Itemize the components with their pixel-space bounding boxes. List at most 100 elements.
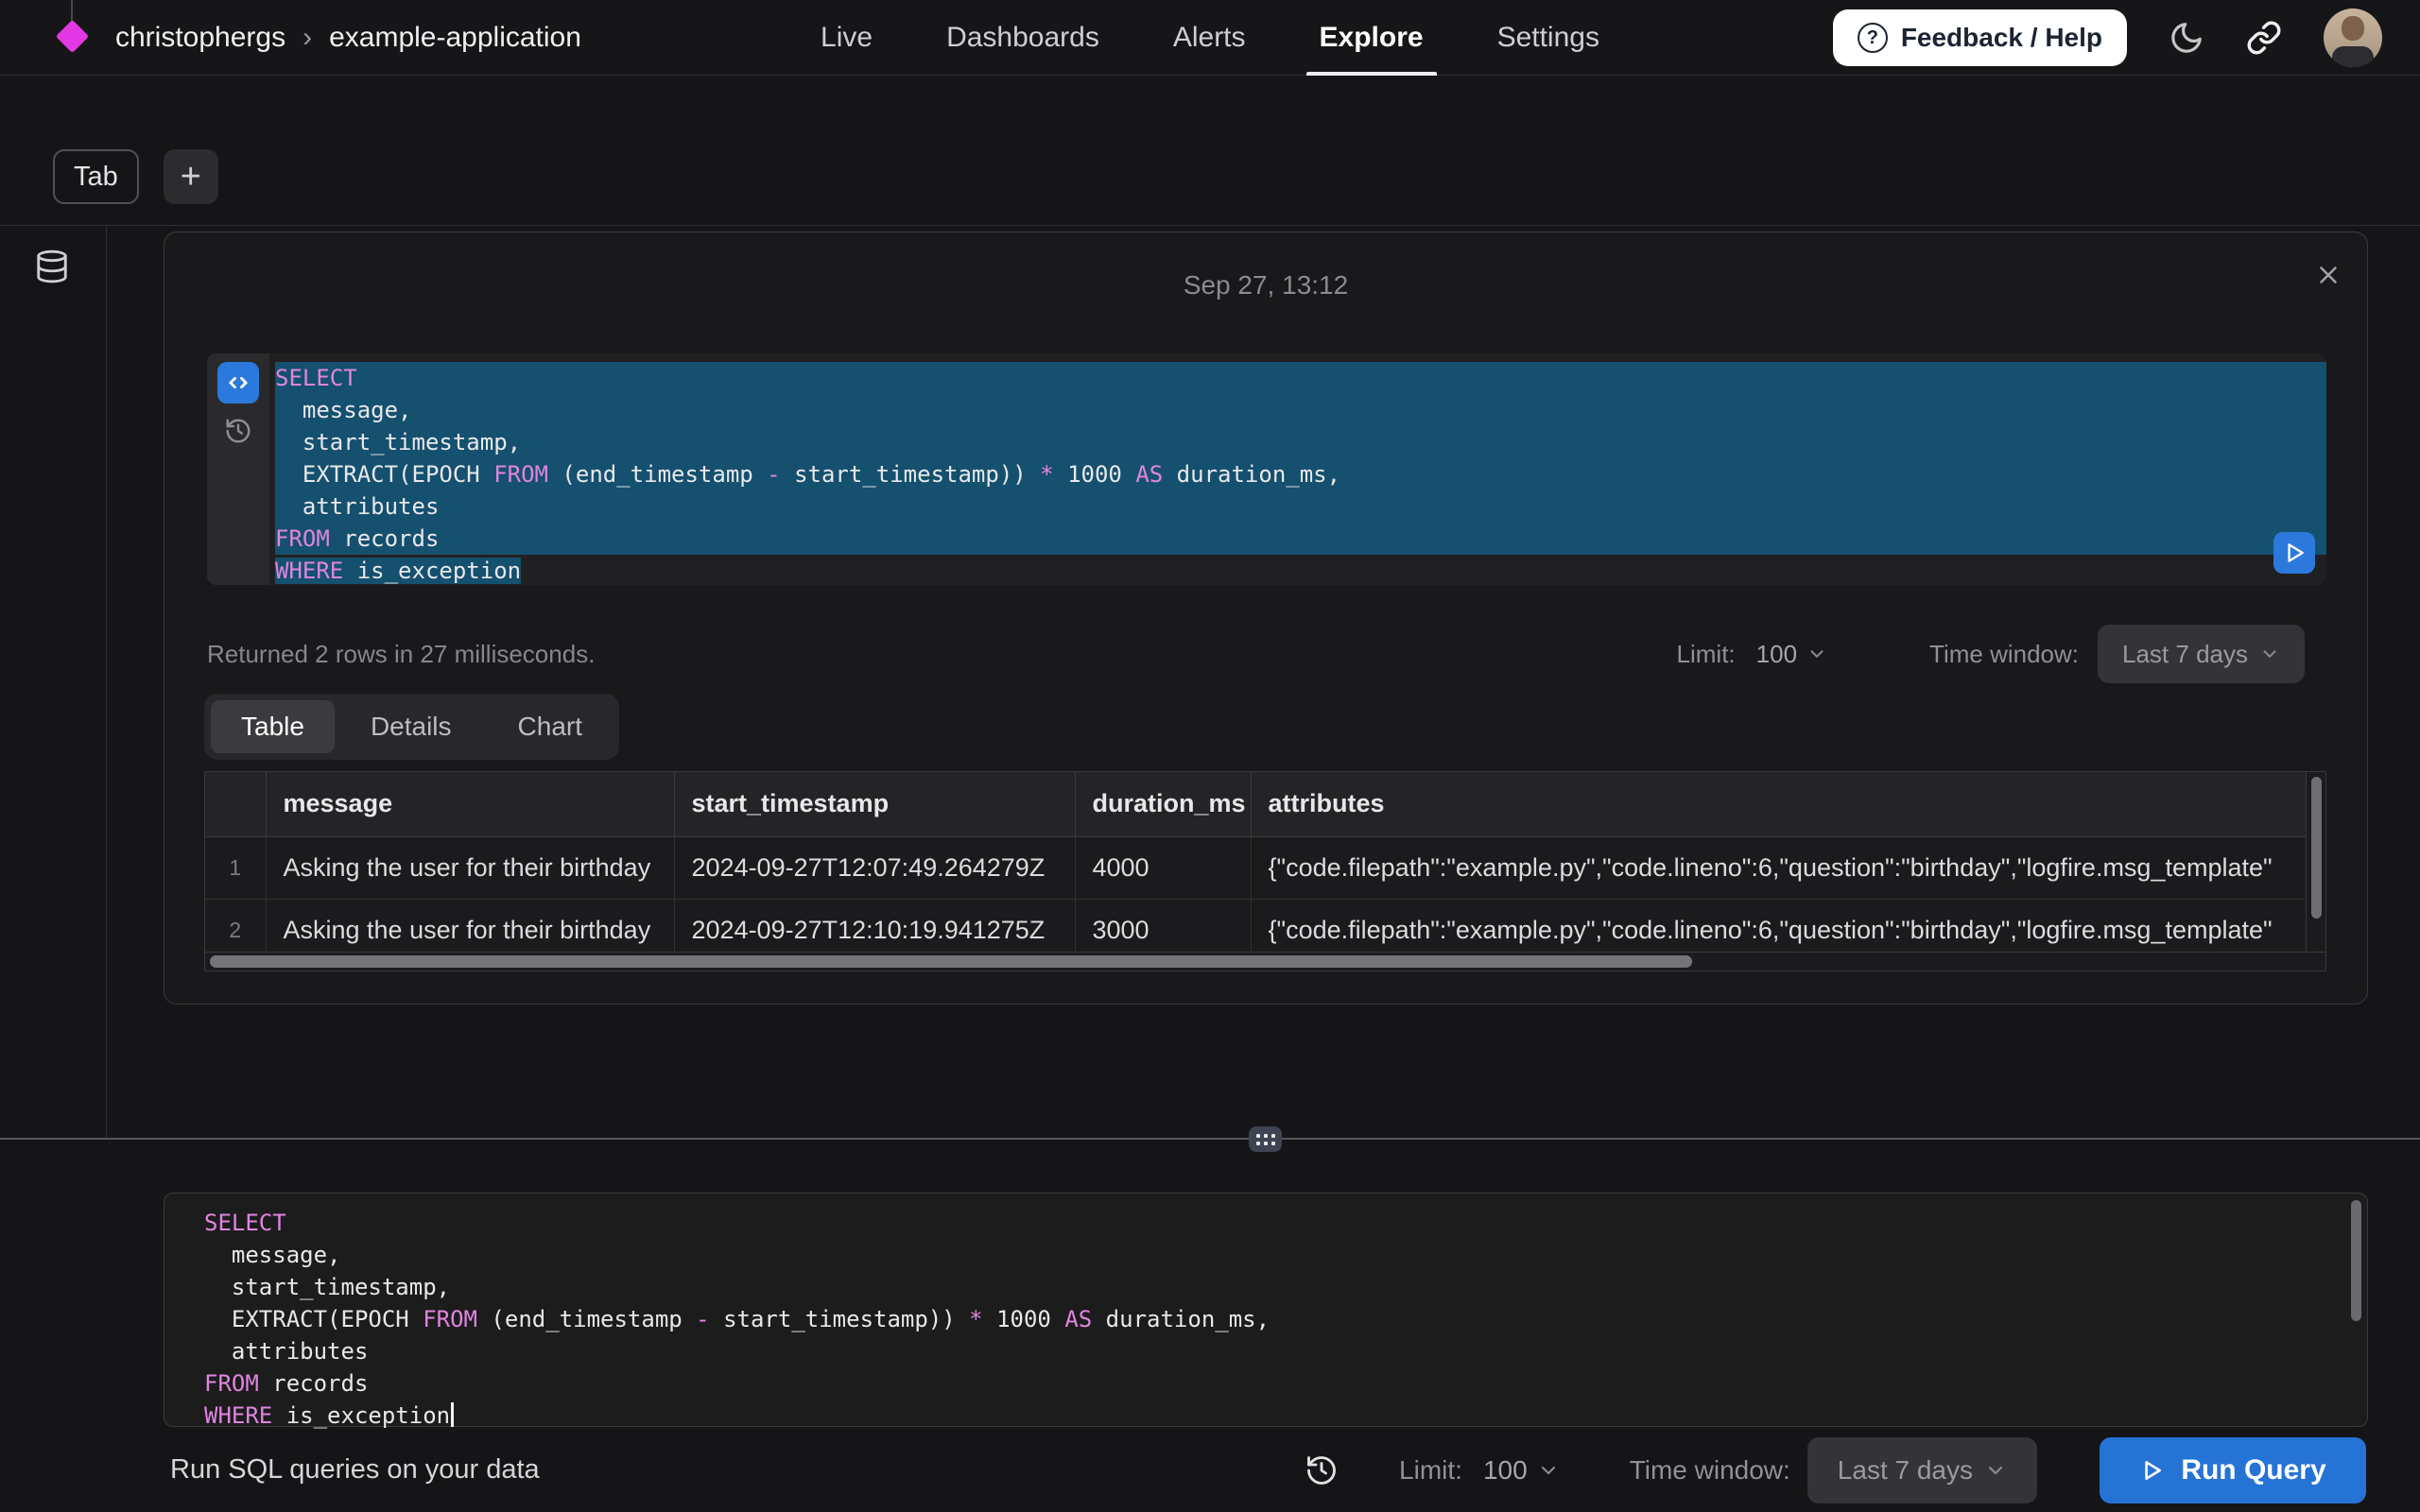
nav-item-dashboards[interactable]: Dashboards [946,0,1099,76]
column-header-message[interactable]: message [266,772,674,836]
bottom-action-bar: Run SQL queries on your data Limit: 100 … [0,1428,2420,1512]
sql-editor-panel: SELECT message, start_timestamp, EXTRACT… [164,1193,2368,1427]
cell-duration_ms: 4000 [1075,836,1251,899]
moon-icon [2169,20,2204,56]
database-icon [34,249,70,284]
primary-nav: Live Dashboards Alerts Explore Settings [821,0,1599,76]
share-link-button[interactable] [2246,20,2282,56]
cell-attributes: {"code.filepath":"example.py","code.line… [1251,836,2325,899]
content-divider [0,225,2420,226]
time-window-label: Time window: [1630,1455,1790,1486]
pane-splitter-line[interactable] [0,1138,2420,1140]
vertical-scroll-thumb[interactable] [2311,777,2322,919]
nav-item-live[interactable]: Live [821,0,873,76]
column-header-start_timestamp[interactable]: start_timestamp [674,772,1075,836]
query-history-button[interactable] [224,417,252,445]
play-icon [2139,1458,2164,1483]
time-window-value: Last 7 days [1838,1455,1973,1486]
cell-start_timestamp: 2024-09-27T12:10:19.941275Z [674,899,1075,952]
results-table: messagestart_timestampduration_msattribu… [205,772,2325,952]
column-header-duration_ms[interactable]: duration_ms [1075,772,1251,836]
tab-current[interactable]: Tab [53,149,139,204]
text-cursor [451,1402,454,1427]
limit-label: Limit: [1399,1455,1462,1486]
breadcrumb-separator-icon: › [302,22,312,54]
schema-browser-button[interactable] [34,249,70,284]
user-avatar[interactable] [2324,9,2382,67]
editor-hint-text: Run SQL queries on your data [170,1454,540,1486]
code-view-button[interactable] [217,362,259,404]
footer-controls: Limit: 100 Time window: Last 7 days Run … [1305,1437,2366,1503]
query-history-button[interactable] [1305,1453,1339,1487]
limit-dropdown[interactable]: 100 [1483,1455,1560,1486]
cell-attributes: {"code.filepath":"example.py","code.line… [1251,899,2325,952]
nav-item-settings[interactable]: Settings [1497,0,1599,76]
chevron-down-icon [1984,1459,2007,1482]
result-controls: Limit: 100 Time window: Last 7 days [1677,625,2305,683]
limit-label: Limit: [1677,640,1736,669]
code-icon [225,369,251,396]
cell-message: Asking the user for their birthday [266,899,674,952]
row-number-cell: 2 [205,899,266,952]
close-result-button[interactable] [2314,261,2342,289]
brand-area: christophergs › example-application [53,0,581,76]
time-window-label: Time window: [1929,640,2079,669]
breadcrumb-org[interactable]: christophergs [115,22,285,54]
limit-dropdown[interactable]: 100 [1756,640,1827,669]
run-query-label: Run Query [2181,1454,2325,1486]
table-row[interactable]: 1Asking the user for their birthday2024-… [205,836,2325,899]
history-icon [224,417,252,445]
theme-toggle-button[interactable] [2169,20,2204,56]
history-icon [1305,1453,1339,1487]
sql-editor-input[interactable]: SELECT message, start_timestamp, EXTRACT… [164,1194,2367,1432]
grip-dots-icon [1256,1142,1275,1145]
breadcrumb-project[interactable]: example-application [329,22,581,54]
table-vertical-scrollbar[interactable] [2306,772,2325,952]
time-window-dropdown[interactable]: Last 7 days [1807,1437,2037,1503]
query-result-card: Sep 27, 13:12 SELECT message, start_time… [164,232,2368,1005]
time-window-value: Last 7 days [2122,640,2248,669]
pane-splitter-handle[interactable] [1249,1126,1282,1152]
cell-message: Asking the user for their birthday [266,836,674,899]
run-query-button[interactable]: Run Query [2100,1437,2366,1503]
results-table-container: messagestart_timestampduration_msattribu… [204,771,2326,971]
result-meta-row: Returned 2 rows in 27 milliseconds. Limi… [207,625,2305,683]
feedback-help-label: Feedback / Help [1901,23,2102,53]
view-tab-table[interactable]: Table [211,700,335,753]
nav-right: ? Feedback / Help [1833,0,2382,76]
logo-diamond-icon [56,20,89,53]
left-sidebar [0,226,107,1139]
logfire-explore-page: { "nav": { "org": "christophergs", "sepa… [0,0,2420,1512]
logfire-logo[interactable] [53,0,91,76]
executed-sql-text[interactable]: SELECT message, start_timestamp, EXTRACT… [269,353,2326,585]
row-number-header[interactable] [205,772,266,836]
nav-item-alerts[interactable]: Alerts [1173,0,1246,76]
view-tabs: TableDetailsChart [204,694,619,760]
play-icon [2282,541,2307,565]
query-block-gutter [207,353,269,585]
table-row[interactable]: 2Asking the user for their birthday2024-… [205,899,2325,952]
rerun-query-button[interactable] [2273,532,2315,574]
view-tab-details[interactable]: Details [340,700,482,753]
query-timestamp: Sep 27, 13:12 [164,270,2367,301]
cell-start_timestamp: 2024-09-27T12:07:49.264279Z [674,836,1075,899]
results-table-viewport: messagestart_timestampduration_msattribu… [205,772,2325,952]
horizontal-scroll-thumb[interactable] [210,955,1692,968]
column-header-attributes[interactable]: attributes [1251,772,2325,836]
result-summary: Returned 2 rows in 27 milliseconds. [207,640,595,669]
executed-query-block: SELECT message, start_timestamp, EXTRACT… [207,353,2326,585]
breadcrumb: christophergs › example-application [115,22,581,54]
tab-bar: Tab + [53,149,218,204]
chevron-down-icon [2259,644,2280,664]
cell-duration_ms: 3000 [1075,899,1251,952]
table-horizontal-scrollbar[interactable] [205,952,2325,971]
question-circle-icon: ? [1858,23,1888,53]
editor-scroll-thumb[interactable] [2351,1200,2361,1321]
link-icon [2246,20,2282,56]
nav-item-explore[interactable]: Explore [1320,0,1424,76]
time-window-dropdown[interactable]: Last 7 days [2098,625,2305,683]
view-tab-chart[interactable]: Chart [488,700,613,753]
chevron-down-icon [1806,644,1827,664]
feedback-help-button[interactable]: ? Feedback / Help [1833,9,2127,66]
add-tab-button[interactable]: + [164,149,218,204]
